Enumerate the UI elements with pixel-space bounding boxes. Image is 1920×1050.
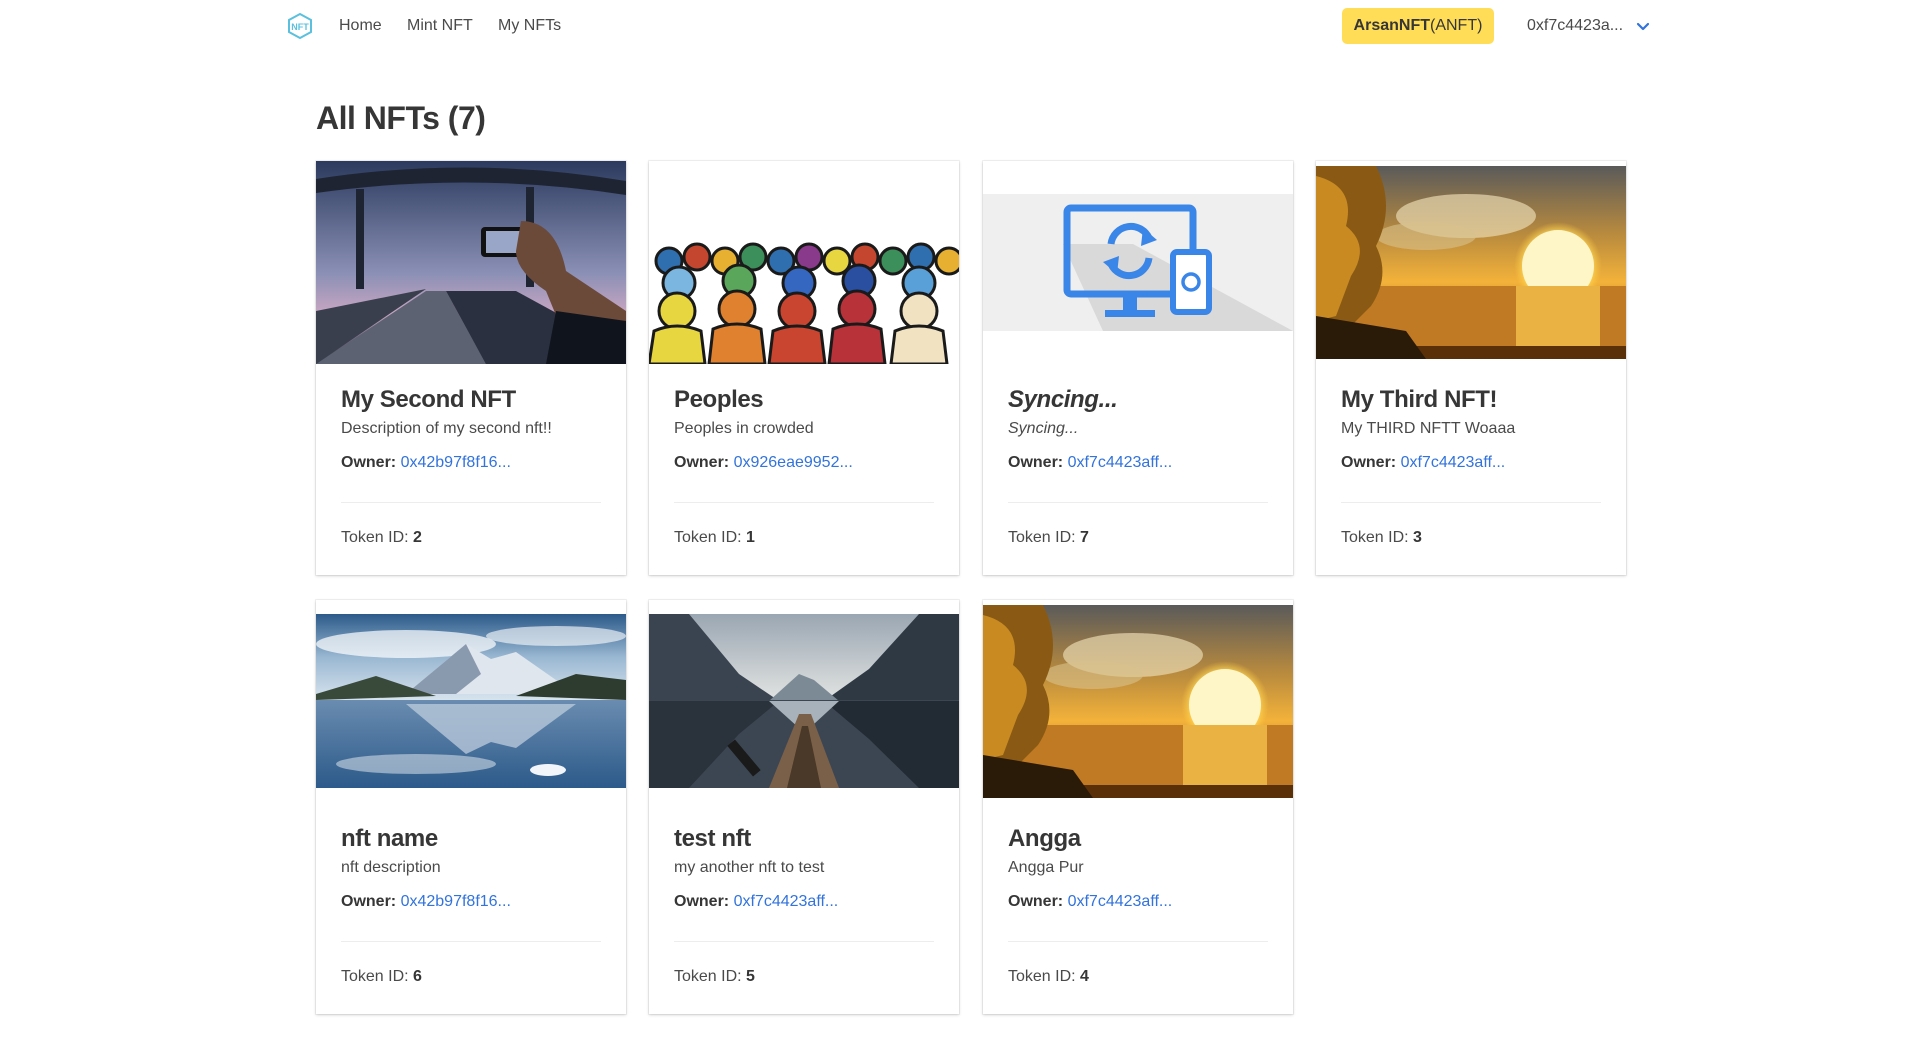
nft-image <box>649 614 959 788</box>
owner-address-link[interactable]: 0xf7c4423aff... <box>1068 454 1173 471</box>
sunset-lake-photo <box>1316 166 1626 359</box>
nft-image <box>316 614 626 788</box>
crowd-illustration <box>649 161 959 364</box>
nft-token-id: Token ID: 3 <box>1341 528 1422 548</box>
fjord-kayak-photo <box>649 614 959 788</box>
owner-address-link[interactable]: 0x926eae9952... <box>734 454 853 471</box>
card-divider <box>674 502 934 503</box>
navbar: NFT Home Mint NFT My NFTs ArsanNFT (ANFT)… <box>0 0 1920 52</box>
owner-address-link[interactable]: 0x42b97f8f16... <box>401 454 511 471</box>
nft-card[interactable]: Peoples Peoples in crowded Owner: 0x926e… <box>649 161 959 575</box>
card-divider <box>341 502 601 503</box>
nft-token-id: Token ID: 5 <box>674 967 755 987</box>
token-id-label: Token ID: <box>1008 968 1076 985</box>
nav-mint-nft-link[interactable]: Mint NFT <box>407 16 473 36</box>
owner-address-link[interactable]: 0xf7c4423aff... <box>1401 454 1506 471</box>
nft-card[interactable]: My Second NFT Description of my second n… <box>316 161 626 575</box>
nft-description: Description of my second nft!! <box>341 420 552 437</box>
token-id-value: 4 <box>1080 968 1089 985</box>
nft-token-id: Token ID: 2 <box>341 528 422 548</box>
owner-label: Owner: <box>1008 454 1064 471</box>
sunset-lake-photo <box>983 605 1293 798</box>
nft-owner: Owner: 0xf7c4423aff... <box>1008 453 1172 473</box>
token-id-label: Token ID: <box>674 529 742 546</box>
owner-label: Owner: <box>341 893 397 910</box>
nft-title: Angga <box>1008 825 1081 852</box>
nav-home-link[interactable]: Home <box>339 16 382 36</box>
nft-token-id: Token ID: 1 <box>674 528 755 548</box>
svg-text:NFT: NFT <box>291 22 309 32</box>
token-symbol-badge: ArsanNFT (ANFT) <box>1342 8 1494 44</box>
nft-image <box>649 161 959 364</box>
owner-address-link[interactable]: 0xf7c4423aff... <box>734 893 839 910</box>
snowy-mountain-lake-photo <box>316 614 626 788</box>
nft-owner: Owner: 0x42b97f8f16... <box>341 892 511 912</box>
nft-token-id: Token ID: 6 <box>341 967 422 987</box>
owner-label: Owner: <box>1008 893 1064 910</box>
token-id-value: 2 <box>413 529 422 546</box>
nft-card[interactable]: Angga Angga Pur Owner: 0xf7c4423aff... T… <box>983 600 1293 1014</box>
nft-owner: Owner: 0xf7c4423aff... <box>1341 453 1505 473</box>
nft-description: Syncing... <box>1008 420 1079 437</box>
chevron-down-icon[interactable] <box>1635 19 1651 35</box>
nft-image <box>1316 166 1626 359</box>
nft-description: nft description <box>341 859 441 876</box>
token-id-value: 5 <box>746 968 755 985</box>
nft-logo-icon[interactable]: NFT <box>287 12 313 40</box>
token-id-label: Token ID: <box>1008 529 1076 546</box>
nft-token-id: Token ID: 7 <box>1008 528 1089 548</box>
owner-address-link[interactable]: 0x42b97f8f16... <box>401 893 511 910</box>
nft-card[interactable]: nft name nft description Owner: 0x42b97f… <box>316 600 626 1014</box>
nft-card[interactable]: Syncing... Syncing... Owner: 0xf7c4423af… <box>983 161 1293 575</box>
nft-owner: Owner: 0x42b97f8f16... <box>341 453 511 473</box>
nav-my-nfts-link[interactable]: My NFTs <box>498 16 561 36</box>
nft-description: Peoples in crowded <box>674 420 814 437</box>
token-id-value: 6 <box>413 968 422 985</box>
token-id-label: Token ID: <box>341 968 409 985</box>
nft-owner: Owner: 0xf7c4423aff... <box>674 892 838 912</box>
token-name: ArsanNFT <box>1353 17 1430 34</box>
owner-label: Owner: <box>674 454 730 471</box>
nft-image <box>316 161 626 364</box>
card-divider <box>1008 502 1268 503</box>
token-id-label: Token ID: <box>1341 529 1409 546</box>
token-id-value: 3 <box>1413 529 1422 546</box>
nft-description: My THIRD NFTT Woaaa <box>1341 420 1516 437</box>
nft-description: Angga Pur <box>1008 859 1084 876</box>
sync-devices-icon <box>983 194 1293 331</box>
nft-title: My Third NFT! <box>1341 386 1498 413</box>
nft-owner: Owner: 0xf7c4423aff... <box>1008 892 1172 912</box>
nft-owner: Owner: 0x926eae9952... <box>674 453 853 473</box>
nft-title: nft name <box>341 825 438 852</box>
nft-title: test nft <box>674 825 751 852</box>
nft-card[interactable]: test nft my another nft to test Owner: 0… <box>649 600 959 1014</box>
nft-image <box>983 605 1293 798</box>
page-title: All NFTs (7) <box>316 100 486 136</box>
owner-label: Owner: <box>1341 454 1397 471</box>
account-address-dropdown[interactable]: 0xf7c4423a... <box>1527 16 1623 36</box>
nft-card[interactable]: My Third NFT! My THIRD NFTT Woaaa Owner:… <box>1316 161 1626 575</box>
nft-token-id: Token ID: 4 <box>1008 967 1089 987</box>
token-id-label: Token ID: <box>674 968 742 985</box>
nft-description: my another nft to test <box>674 859 825 876</box>
token-id-value: 1 <box>746 529 755 546</box>
card-divider <box>341 941 601 942</box>
owner-label: Owner: <box>341 454 397 471</box>
nft-title: Syncing... <box>1008 386 1118 413</box>
token-id-label: Token ID: <box>341 529 409 546</box>
nft-title: Peoples <box>674 386 764 413</box>
owner-address-link[interactable]: 0xf7c4423aff... <box>1068 893 1173 910</box>
card-divider <box>1341 502 1601 503</box>
card-divider <box>674 941 934 942</box>
bridge-road-photo <box>316 161 626 364</box>
owner-label: Owner: <box>674 893 730 910</box>
nft-image <box>983 194 1293 331</box>
card-divider <box>1008 941 1268 942</box>
nft-title: My Second NFT <box>341 386 516 413</box>
token-ticker: (ANFT) <box>1430 17 1483 34</box>
token-id-value: 7 <box>1080 529 1089 546</box>
